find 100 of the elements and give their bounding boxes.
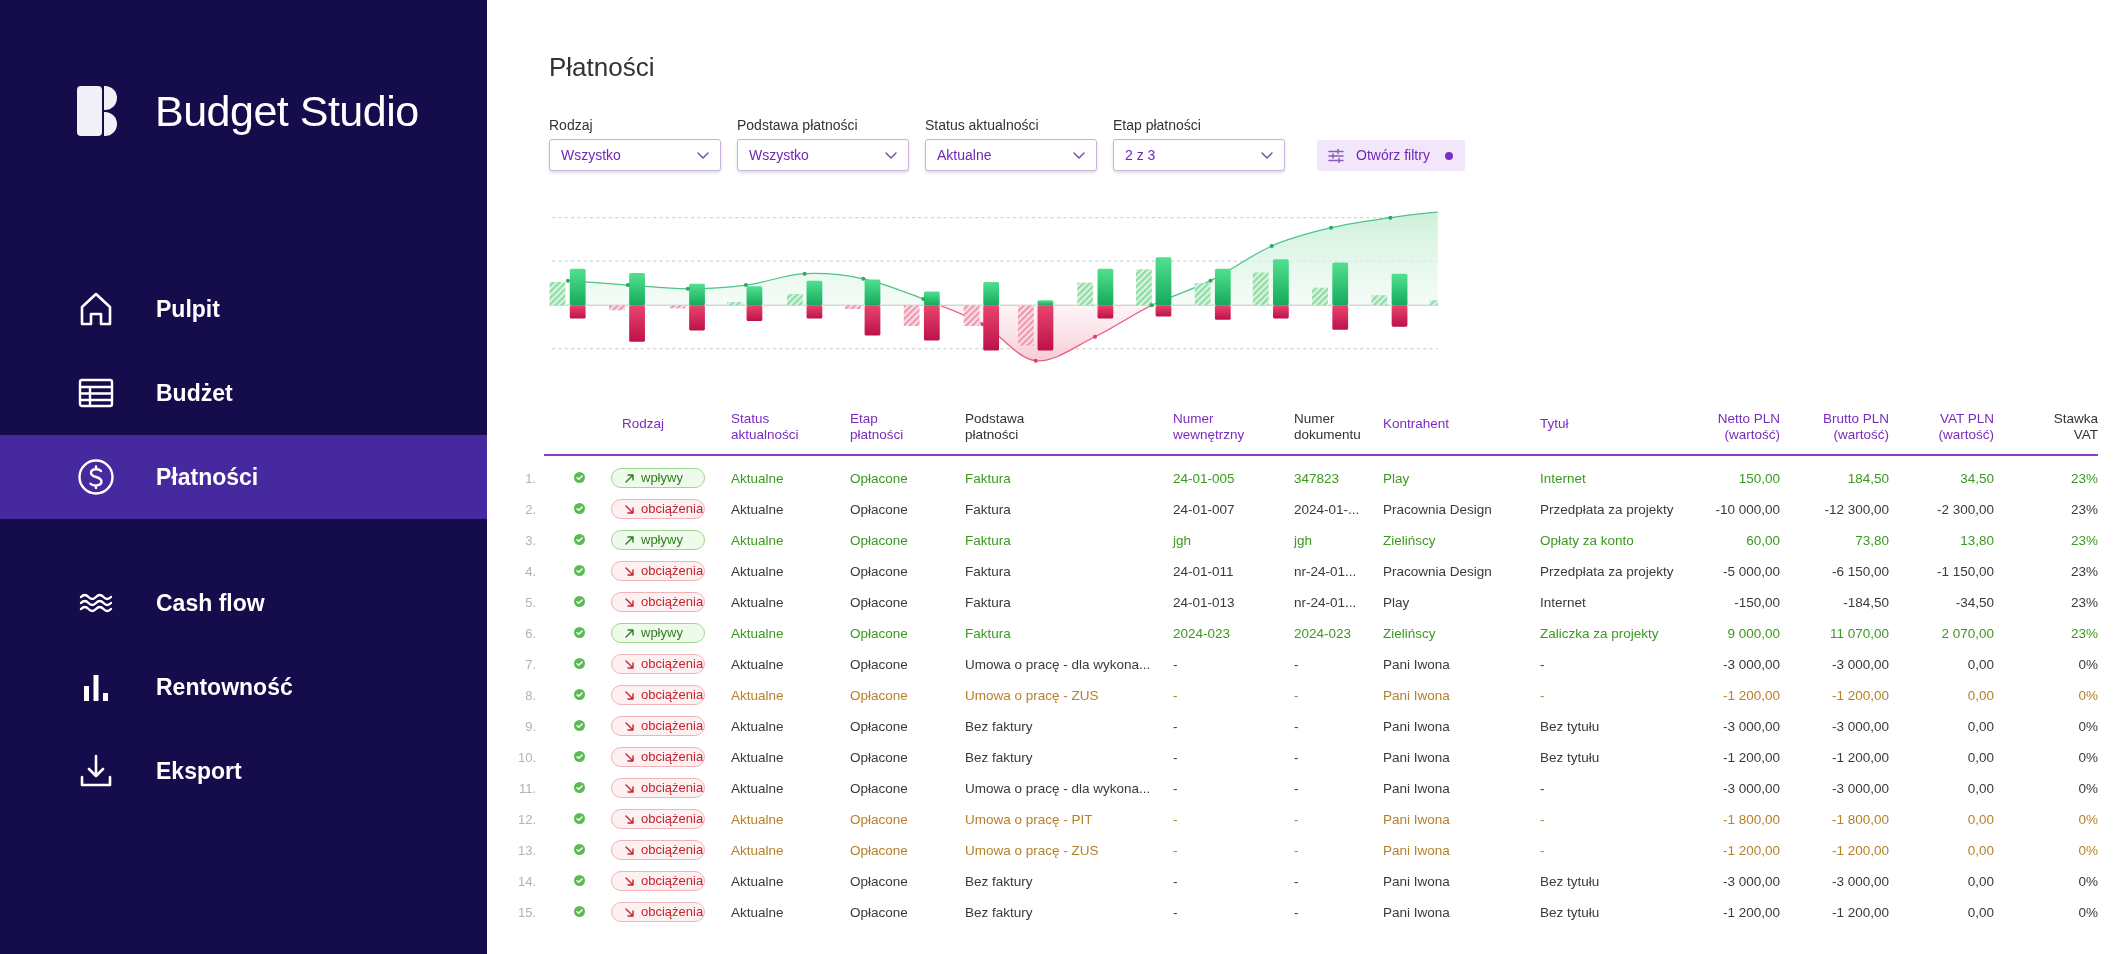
table-cell: Opłacone (850, 873, 908, 889)
flow-label: obciążenia (641, 904, 704, 920)
table-cell: Pani Iwona (1383, 780, 1450, 796)
nav-item[interactable]: Pulpit (0, 267, 487, 351)
column-header[interactable]: Numer wewnętrzny (1173, 411, 1245, 443)
table-cell: Pani Iwona (1383, 842, 1450, 858)
column-header: Numer dokumentu (1294, 411, 1361, 443)
table-cell: - (1540, 656, 1545, 672)
table-cell: Umowa o pracę - PIT (965, 811, 1093, 827)
flow-label: obciążenia (641, 718, 704, 734)
hatched-bar (727, 302, 743, 306)
row-number: 13. (517, 842, 536, 858)
column-header[interactable]: Status aktualności (731, 411, 799, 443)
table-cell: 0,00 (1967, 687, 1994, 703)
table-cell: 0,00 (1967, 811, 1994, 827)
table-cell: 24-01-005 (1173, 470, 1235, 486)
table-cell: Zielińscy (1383, 625, 1436, 641)
table-cell: -3 000,00 (1722, 780, 1780, 796)
table-cell: 0,00 (1967, 904, 1994, 920)
column-header[interactable]: VAT PLN (wartość) (1938, 411, 1994, 443)
balance-point (980, 322, 985, 327)
arrow-up-right-icon (625, 628, 634, 638)
table-cell: Umowa o pracę - dla wykona... (965, 656, 1151, 672)
filter-dropdown[interactable]: 2 z 3 (1113, 139, 1285, 171)
column-header[interactable]: Kontrahent (1383, 416, 1450, 432)
hatched-bar (1194, 283, 1211, 306)
expense-bar (864, 305, 881, 336)
filter-label: Status aktualności (925, 116, 1039, 134)
table-cell: 23% (2070, 501, 2098, 517)
table-cell: jgh (1294, 532, 1312, 548)
table-cell: Opłacone (850, 749, 908, 765)
row-number: 7. (525, 656, 536, 672)
table-cell: 23% (2070, 594, 2098, 610)
table-cell: - (1294, 842, 1299, 858)
table-cell: Faktura (965, 470, 1011, 486)
hatched-bar (963, 305, 980, 327)
filter-dropdown[interactable]: Wszystko (737, 139, 909, 171)
table-cell: 23% (2070, 625, 2098, 641)
balance-point (743, 283, 748, 288)
table-cell: 184,50 (1847, 470, 1889, 486)
table-cell: 2024-023 (1173, 625, 1231, 641)
column-header[interactable]: Netto PLN (wartość) (1717, 411, 1780, 443)
table-cell: Aktualne (731, 811, 784, 827)
table-cell: - (1294, 780, 1299, 796)
row-number: 1. (525, 470, 536, 486)
table-cell: -1 200,00 (1831, 904, 1889, 920)
balance-point (1033, 358, 1038, 363)
table-cell: Umowa o pracę - dla wykona... (965, 780, 1151, 796)
filter-label: Rodzaj (549, 116, 593, 134)
nav-item[interactable]: Rentowność (0, 645, 487, 729)
arrow-down-right-icon (625, 721, 634, 731)
table-cell: 0% (2078, 656, 2098, 672)
flow-label: obciążenia (641, 594, 704, 610)
chevron-down-icon (1261, 151, 1273, 159)
column-header[interactable]: Etap płatności (850, 411, 904, 443)
expense-bar (569, 305, 586, 319)
arrow-down-right-icon (625, 783, 634, 793)
table-cell: Aktualne (731, 780, 784, 796)
hatched-bar (1429, 300, 1438, 306)
income-bar (923, 291, 940, 306)
table-cell: 24-01-007 (1173, 501, 1235, 517)
table-cell: Pani Iwona (1383, 687, 1450, 703)
table-cell: - (1540, 687, 1545, 703)
table-cell: 2 070,00 (1941, 625, 1994, 641)
column-header[interactable]: Rodzaj (622, 416, 665, 432)
arrow-down-right-icon (625, 876, 634, 886)
table-cell: Aktualne (731, 625, 784, 641)
table-cell: Internet (1540, 470, 1586, 486)
table-cell: Pani Iwona (1383, 656, 1450, 672)
column-header[interactable]: Tytuł (1540, 416, 1569, 432)
table-cell: -1 200,00 (1722, 842, 1780, 858)
nav-item[interactable]: Cash flow (0, 561, 487, 645)
expense-bar (629, 305, 645, 342)
row-number: 12. (517, 811, 536, 827)
column-header[interactable]: Brutto PLN (wartość) (1822, 411, 1889, 443)
table-cell: - (1173, 873, 1178, 889)
table-cell: - (1173, 904, 1178, 920)
arrow-down-right-icon (625, 504, 634, 514)
hatched-bar (1371, 295, 1388, 306)
table-cell: -3 000,00 (1831, 873, 1889, 889)
income-bar (689, 283, 705, 306)
table-cell: Aktualne (731, 501, 784, 517)
nav-item[interactable]: Płatności (0, 435, 487, 519)
table-cell: Opłacone (850, 718, 908, 734)
nav-item[interactable]: Eksport (0, 729, 487, 813)
table-cell: 60,00 (1746, 532, 1780, 548)
flow-label: obciążenia (641, 501, 704, 517)
open-filters-button[interactable]: Otwórz filtry (1317, 140, 1465, 171)
column-header: Stawka VAT (2053, 411, 2098, 443)
expense-bar (1273, 305, 1289, 319)
filter-dropdown[interactable]: Aktualne (925, 139, 1097, 171)
filter-dropdown[interactable]: Wszystko (549, 139, 721, 171)
table-cell: -6 150,00 (1831, 563, 1889, 579)
balance-point (1388, 215, 1393, 220)
row-number: 8. (525, 687, 536, 703)
table-cell: Aktualne (731, 532, 784, 548)
table-cell: Aktualne (731, 470, 784, 486)
column-header: Podstawa płatności (965, 411, 1025, 443)
nav-item[interactable]: Budżet (0, 351, 487, 435)
table-cell: Bez faktury (965, 718, 1033, 734)
